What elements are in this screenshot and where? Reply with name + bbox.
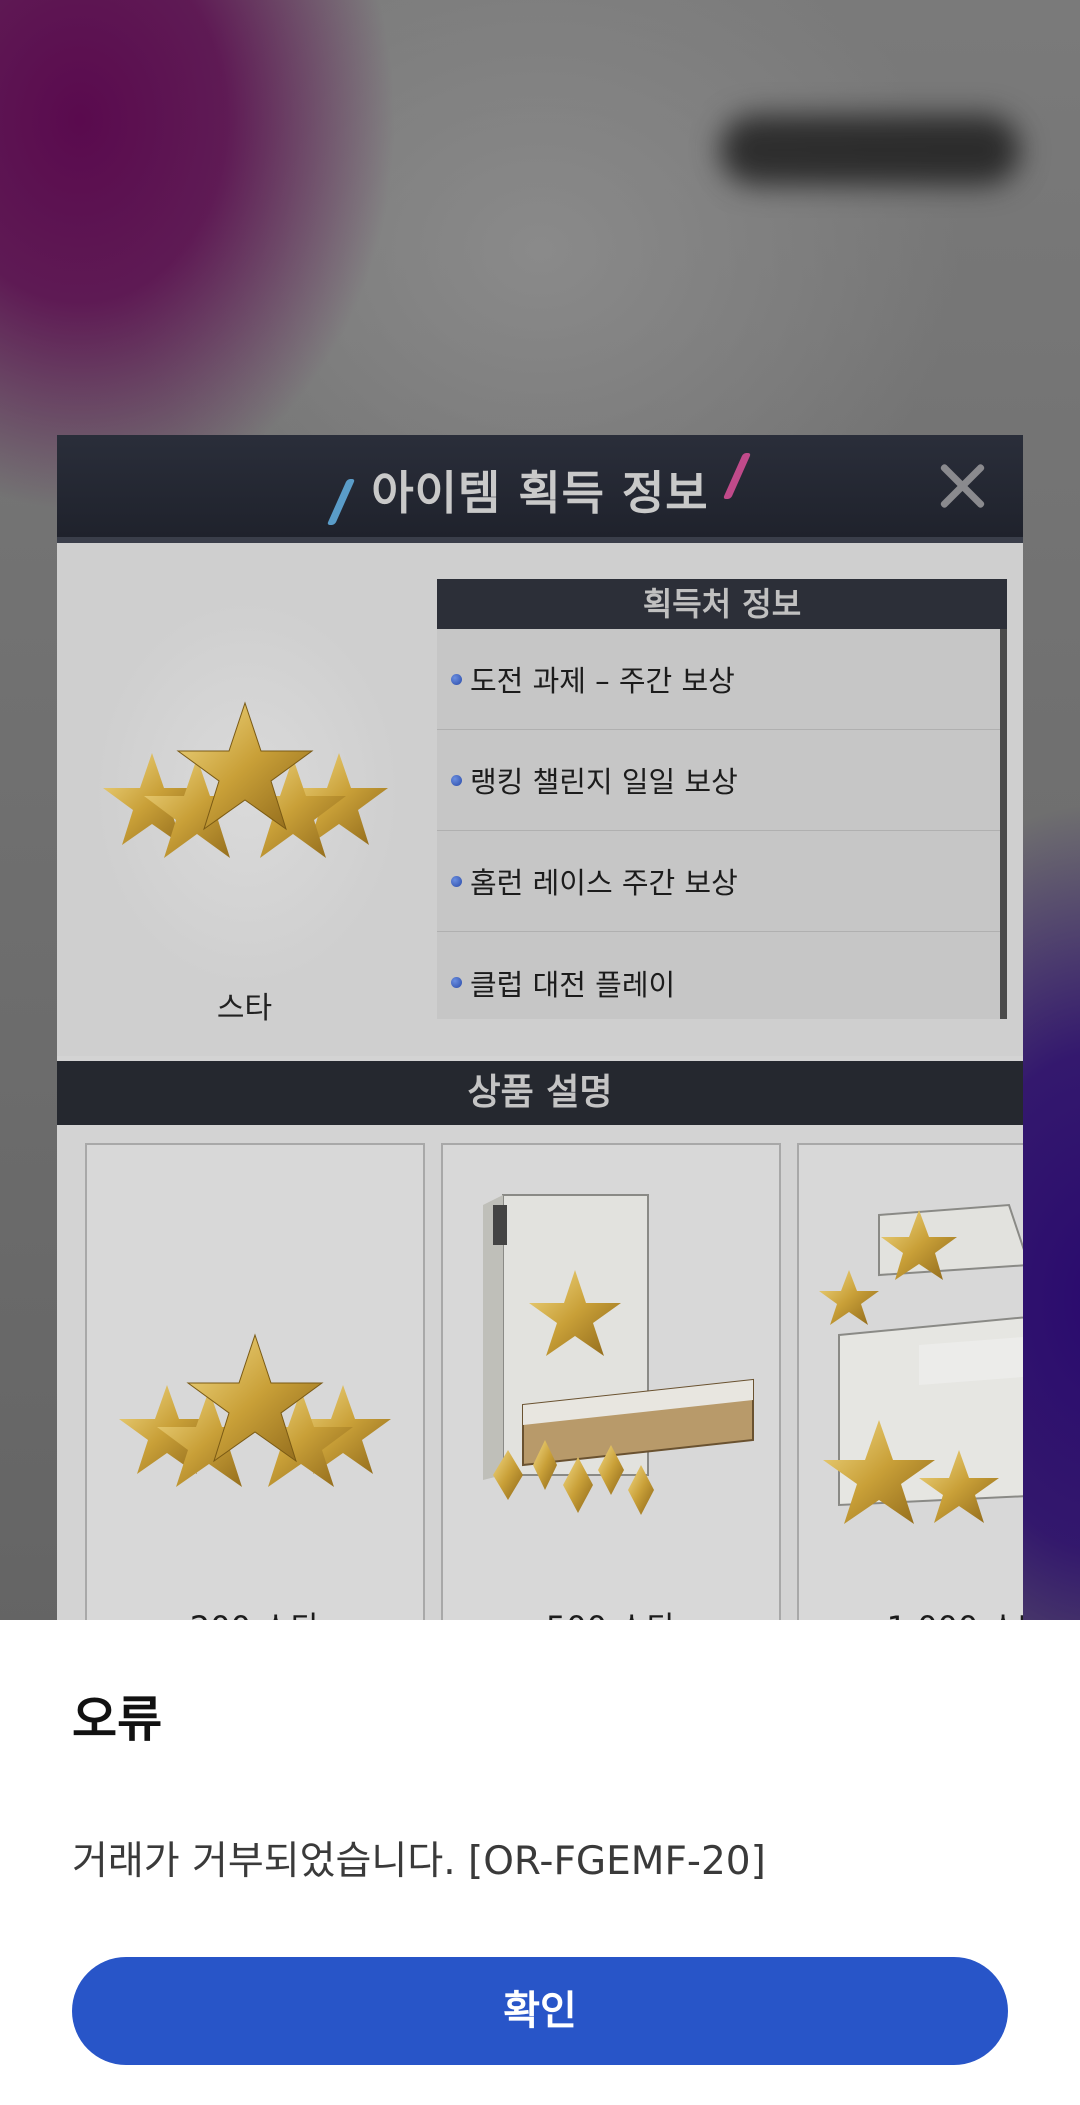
bullet-icon bbox=[451, 875, 462, 887]
product-card[interactable]: 500 스타 bbox=[441, 1143, 781, 1685]
bullet-icon bbox=[451, 774, 462, 786]
star-pack-box-icon bbox=[483, 1194, 754, 1515]
panel-header: 아이템 획득 정보 bbox=[57, 435, 1023, 543]
source-item-label: 랭킹 챌린지 일일 보상 bbox=[470, 765, 738, 799]
item-acquisition-panel: 아이템 획득 정보 스타 획득처 정보 도전 과제 – 주간 보상 랭킹 챌린지… bbox=[57, 435, 1023, 1685]
item-area: 스타 획득처 정보 도전 과제 – 주간 보상 랭킹 챌린지 일일 보상 홈런 … bbox=[57, 543, 1023, 1056]
product-description-header: 상품 설명 bbox=[57, 1061, 1023, 1125]
item-card: 스타 bbox=[57, 543, 432, 1056]
item-name: 스타 bbox=[216, 991, 273, 1026]
product-card[interactable]: 200 스타 bbox=[85, 1143, 425, 1685]
gold-stars-icon bbox=[103, 701, 388, 858]
source-info-box: 획득처 정보 도전 과제 – 주간 보상 랭킹 챌린지 일일 보상 홈런 레이스… bbox=[437, 579, 1007, 1019]
source-info-header: 획득처 정보 bbox=[437, 579, 1007, 629]
dialog-title: 오류 bbox=[72, 1691, 163, 1748]
list-item: 랭킹 챌린지 일일 보상 bbox=[437, 730, 1000, 831]
source-list-scrollbar[interactable] bbox=[1000, 629, 1007, 1019]
error-bottom-sheet: 오류 거래가 거부되었습니다. [OR-FGEMF-20] 확인 bbox=[0, 1620, 1080, 2105]
screen: 아이템 획득 정보 스타 획득처 정보 도전 과제 – 주간 보상 랭킹 챌린지… bbox=[0, 0, 1080, 2105]
list-item: 홈런 레이스 주간 보상 bbox=[437, 831, 1000, 932]
source-list[interactable]: 도전 과제 – 주간 보상 랭킹 챌린지 일일 보상 홈런 레이스 주간 보상 … bbox=[437, 629, 1000, 1019]
dialog-message: 거래가 거부되었습니다. [OR-FGEMF-20] bbox=[72, 1839, 766, 1884]
bullet-icon bbox=[451, 673, 462, 685]
source-item-label: 홈런 레이스 주간 보상 bbox=[470, 866, 738, 900]
panel-title: 아이템 획득 정보 bbox=[371, 466, 709, 520]
gold-stars-icon bbox=[119, 1333, 391, 1487]
source-item-label: 클럽 대전 플레이 bbox=[470, 967, 676, 1002]
list-item: 클럽 대전 플레이 bbox=[437, 932, 1000, 1033]
star-pack-premium-icon bbox=[819, 1203, 1023, 1524]
product-row[interactable]: 200 스타 bbox=[85, 1143, 1023, 1685]
bullet-icon bbox=[451, 977, 462, 988]
list-item: 도전 과제 – 주간 보상 bbox=[437, 629, 1000, 730]
source-item-label: 도전 과제 – 주간 보상 bbox=[470, 664, 735, 698]
blurred-top-bar bbox=[720, 115, 1020, 185]
close-icon[interactable] bbox=[935, 459, 989, 513]
confirm-button[interactable]: 확인 bbox=[72, 1957, 1008, 2065]
product-card[interactable]: 1,000 스타 bbox=[797, 1143, 1023, 1685]
